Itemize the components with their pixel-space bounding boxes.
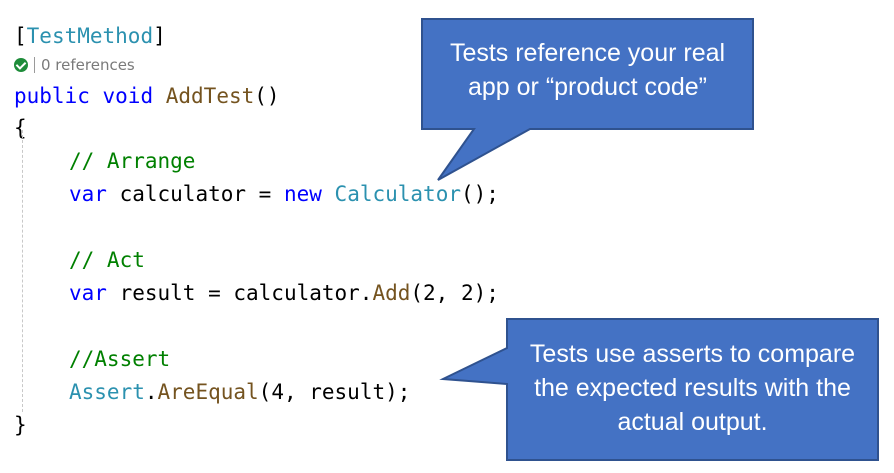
callout-bottom-line-1: Tests use asserts to compare — [529, 340, 856, 368]
callout-bottom-line-2: the expected results with the — [534, 374, 851, 402]
callout-bottom: Tests use asserts to compare the expecte… — [507, 337, 878, 439]
callout-top-line-1: Tests reference your real — [449, 39, 726, 67]
callout-top: Tests reference your real app or “produc… — [422, 36, 753, 104]
callout-bottom-line-3: actual output. — [617, 408, 768, 436]
callout-top-line-2: app or “product code” — [467, 73, 708, 101]
